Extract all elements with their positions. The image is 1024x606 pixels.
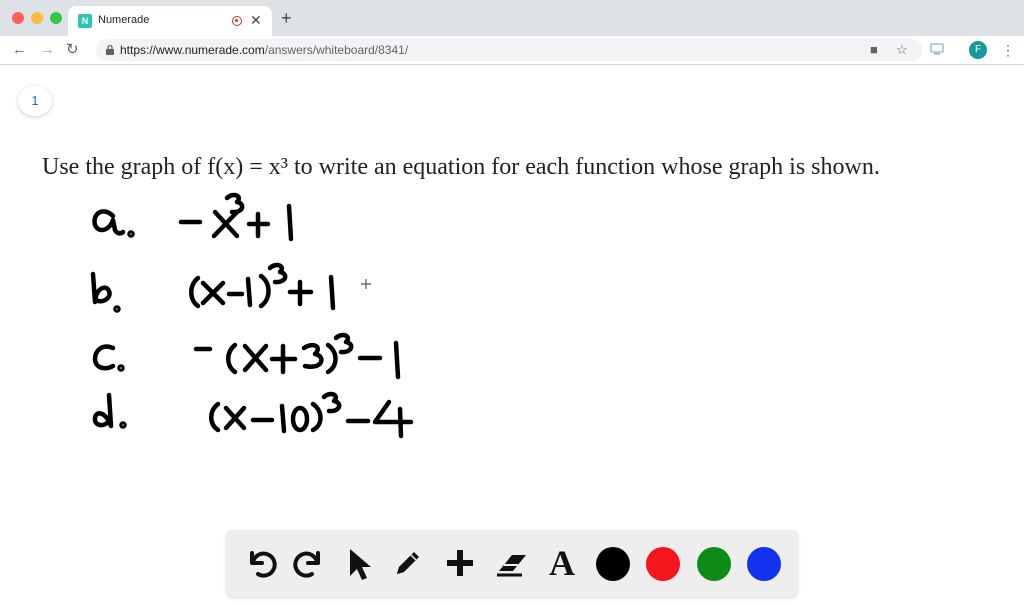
text-tool-icon[interactable]: A <box>542 543 582 583</box>
answer-c-expression <box>193 332 401 380</box>
pencil-icon[interactable] <box>388 543 428 583</box>
answer-d-label <box>92 392 127 429</box>
answer-d-expression <box>209 391 414 439</box>
answer-b-expression <box>189 262 336 311</box>
color-black-swatch[interactable] <box>596 547 630 581</box>
answer-a-label <box>92 209 135 238</box>
answer-b-label <box>90 271 121 313</box>
color-red-swatch[interactable] <box>646 547 680 581</box>
answer-a-expression <box>178 192 294 242</box>
color-blue-swatch[interactable] <box>747 547 781 581</box>
undo-icon[interactable] <box>240 543 280 583</box>
plus-icon[interactable] <box>440 543 480 583</box>
drawing-toolbar: A <box>226 530 798 597</box>
redo-icon[interactable] <box>290 543 330 583</box>
color-green-swatch[interactable] <box>697 547 731 581</box>
answer-c-label <box>92 344 125 372</box>
pointer-icon[interactable] <box>339 543 379 583</box>
eraser-icon[interactable] <box>492 543 532 583</box>
cursor-crosshair-icon <box>361 279 371 289</box>
handwritten-answers <box>90 192 414 439</box>
